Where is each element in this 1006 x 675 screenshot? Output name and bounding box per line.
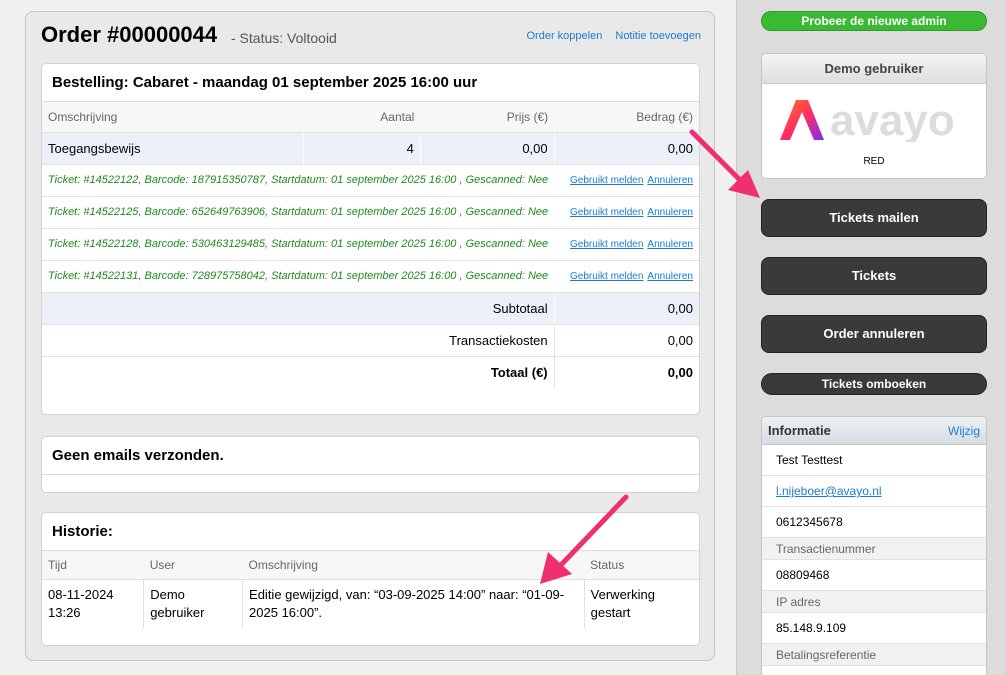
transactienummer-label: Transactienummer xyxy=(762,538,986,560)
transactiekosten-label: Transactiekosten xyxy=(42,323,555,356)
demo-title: Demo gebruiker xyxy=(762,54,986,84)
sidebar: Probeer de nieuwe admin Demo gebruiker a… xyxy=(736,0,1006,675)
transactiekosten-row: Transactiekosten 0,00 xyxy=(42,323,699,356)
annuleren-link[interactable]: Annuleren xyxy=(647,207,693,218)
ticket-info: Ticket: #14522125, Barcode: 652649763906… xyxy=(42,195,555,228)
annuleren-link[interactable]: Annuleren xyxy=(647,271,693,282)
col-bedrag: Bedrag (€) xyxy=(554,102,699,132)
avayo-logo: avayo xyxy=(778,96,972,145)
item-prijs: 0,00 xyxy=(419,131,555,164)
informatie-box: Informatie Wijzig Test Testtest l.nijebo… xyxy=(761,416,987,675)
wijzig-link[interactable]: Wijzig xyxy=(948,417,980,445)
demo-user-box: Demo gebruiker avayo RED xyxy=(761,53,987,179)
subtotaal-value: 0,00 xyxy=(553,291,699,324)
order-header: Order #00000044 - Status: Voltooid Order… xyxy=(41,22,701,54)
bestelling-card: Bestelling: Cabaret - maandag 01 septemb… xyxy=(41,63,700,415)
tickets-omboeken-button[interactable]: Tickets omboeken xyxy=(761,373,987,395)
col-omschrijving: Omschrijving xyxy=(242,551,585,579)
emails-title: Geen emails verzonden. xyxy=(42,437,699,475)
ticket-row: Ticket: #14522122, Barcode: 187915350787… xyxy=(42,163,699,196)
totaal-row: Totaal (€) 0,00 xyxy=(42,355,699,388)
order-koppelen-link[interactable]: Order koppelen xyxy=(526,30,602,42)
hist-omschrijving: Editie gewijzigd, van: “03-09-2025 14:00… xyxy=(242,578,585,628)
item-bedrag: 0,00 xyxy=(553,131,699,164)
customer-name: Test Testtest xyxy=(762,445,986,476)
historie-title: Historie: xyxy=(42,513,699,551)
tickets-button[interactable]: Tickets xyxy=(761,257,987,295)
notitie-toevoegen-link[interactable]: Notitie toevoegen xyxy=(615,30,701,42)
informatie-title: Informatie xyxy=(768,423,831,438)
annuleren-link[interactable]: Annuleren xyxy=(647,175,693,186)
order-table: Omschrijving Aantal Prijs (€) Bedrag (€)… xyxy=(42,102,699,388)
col-status: Status xyxy=(584,551,699,579)
bestelling-title: Bestelling: Cabaret - maandag 01 septemb… xyxy=(42,64,699,102)
customer-email-link[interactable]: l.nijeboer@avayo.nl xyxy=(776,484,882,498)
gebruikt-melden-link[interactable]: Gebruikt melden xyxy=(570,239,643,250)
order-title: Order #00000044 xyxy=(41,22,218,47)
col-prijs: Prijs (€) xyxy=(420,102,555,132)
new-admin-button[interactable]: Probeer de nieuwe admin xyxy=(761,11,987,31)
col-user: User xyxy=(143,551,243,579)
customer-phone: 0612345678 xyxy=(762,507,986,538)
betalingsreferentie-label: Betalingsreferentie xyxy=(762,644,986,666)
col-omschrijving: Omschrijving xyxy=(42,102,304,132)
gebruikt-melden-link[interactable]: Gebruikt melden xyxy=(570,207,643,218)
emails-card: Geen emails verzonden. xyxy=(41,436,700,493)
transactiekosten-value: 0,00 xyxy=(553,323,699,356)
totaal-label: Totaal (€) xyxy=(42,355,555,388)
order-annuleren-button[interactable]: Order annuleren xyxy=(761,315,987,353)
hist-tijd: 08-11-2024 13:26 xyxy=(42,578,144,628)
item-name: Toegangsbewijs xyxy=(42,131,304,164)
tickets-mailen-button[interactable]: Tickets mailen xyxy=(761,199,987,237)
totaal-value: 0,00 xyxy=(553,355,699,388)
ticket-info: Ticket: #14522131, Barcode: 728975758042… xyxy=(42,259,555,292)
ticket-info: Ticket: #14522122, Barcode: 187915350787… xyxy=(42,163,555,196)
informatie-header: Informatie Wijzig xyxy=(762,417,986,445)
ticket-info: Ticket: #14522128, Barcode: 530463129485… xyxy=(42,227,555,260)
order-panel: Order #00000044 - Status: Voltooid Order… xyxy=(25,11,715,661)
ticket-row: Ticket: #14522125, Barcode: 652649763906… xyxy=(42,195,699,228)
ip-adres-label: IP adres xyxy=(762,591,986,613)
col-aantal: Aantal xyxy=(303,102,421,132)
table-row: 08-11-2024 13:26 Demo gebruiker Editie g… xyxy=(42,578,699,628)
table-row: Toegangsbewijs 4 0,00 0,00 xyxy=(42,131,699,164)
ticket-row: Ticket: #14522131, Barcode: 728975758042… xyxy=(42,259,699,292)
annuleren-link[interactable]: Annuleren xyxy=(647,239,693,250)
order-links: Order koppelen Notitie toevoegen xyxy=(516,30,701,42)
item-aantal: 4 xyxy=(302,131,421,164)
hist-status: Verwerking gestart xyxy=(583,578,699,628)
subtotaal-label: Subtotaal xyxy=(42,291,555,324)
gebruikt-melden-link[interactable]: Gebruikt melden xyxy=(570,175,643,186)
table-header: Omschrijving Aantal Prijs (€) Bedrag (€) xyxy=(42,102,699,132)
historie-table: Tijd User Omschrijving Status 08-11-2024… xyxy=(42,551,699,628)
gebruikt-melden-link[interactable]: Gebruikt melden xyxy=(570,271,643,282)
hist-user: Demo gebruiker xyxy=(143,578,243,628)
logo-text: avayo xyxy=(830,98,955,142)
historie-card: Historie: Tijd User Omschrijving Status … xyxy=(41,512,700,646)
avayo-logo-icon: avayo xyxy=(780,96,955,145)
ticket-row: Ticket: #14522128, Barcode: 530463129485… xyxy=(42,227,699,260)
order-status: - Status: Voltooid xyxy=(231,30,337,46)
subtotaal-row: Subtotaal 0,00 xyxy=(42,291,699,324)
table-header: Tijd User Omschrijving Status xyxy=(42,551,699,579)
demo-sub-label: RED xyxy=(863,156,885,167)
col-tijd: Tijd xyxy=(42,551,144,579)
ip-adres-value: 85.148.9.109 xyxy=(762,613,986,644)
transactienummer-value: 08809468 xyxy=(762,560,986,591)
